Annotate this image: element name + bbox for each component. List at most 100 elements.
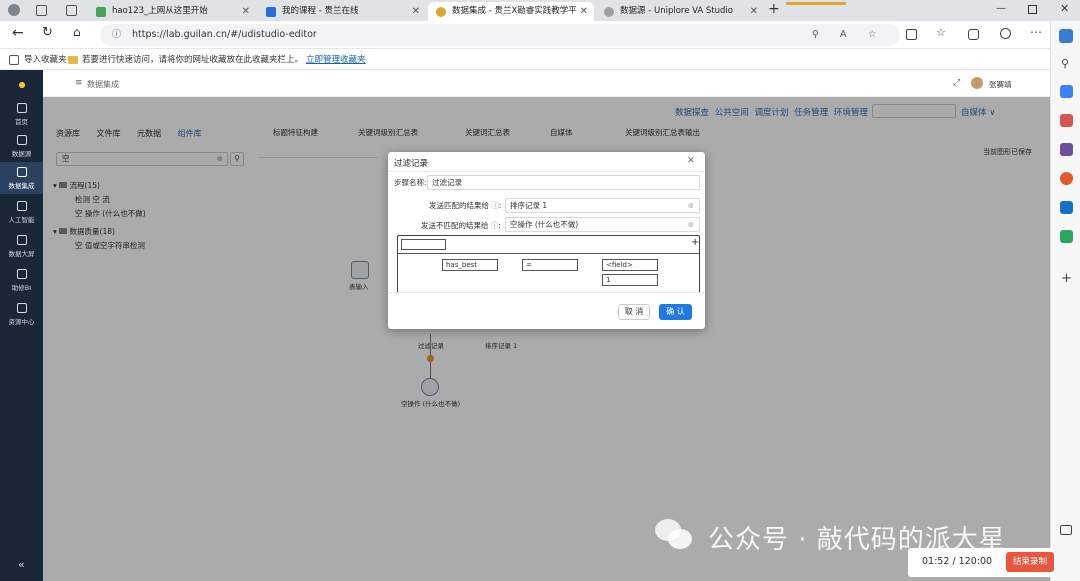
tab-data-source[interactable]: 数据源 - Uniplore VA Studio ✕	[596, 2, 764, 21]
bi-icon	[16, 269, 27, 279]
url-field[interactable]: ⓘ https://lab.guilan.cn/#/udistudio-edit…	[100, 24, 900, 46]
minimize-button[interactable]: —	[996, 3, 1006, 14]
home-icon[interactable]: ⌂	[73, 25, 81, 39]
add-sidebar-icon[interactable]: +	[1061, 271, 1072, 286]
profile-icon[interactable]	[8, 4, 20, 16]
resource-icon	[16, 303, 27, 313]
tab-data-integration[interactable]: 数据集成 - 贵兰X勘睿实践教学平 ✕	[428, 2, 594, 21]
condition-operator[interactable]: =	[522, 259, 578, 271]
course-icon	[266, 7, 276, 17]
dashboard-icon	[16, 235, 27, 245]
site-icon	[436, 7, 446, 17]
tab-title: 数据集成 - 贵兰X勘睿实践教学平	[452, 6, 577, 16]
match-target-label: 发送匹配的结果给 ⓘ:	[429, 201, 502, 210]
cancel-button[interactable]: 取 消	[618, 304, 650, 320]
nav-item-ai[interactable]: 人工智能	[0, 196, 43, 228]
address-bar-row: ← ↻ ⌂ ⓘ https://lab.guilan.cn/#/udistudi…	[0, 21, 1050, 49]
close-icon[interactable]: ✕	[750, 2, 758, 21]
close-icon[interactable]: ✕	[242, 2, 250, 21]
stop-recording-button[interactable]: 结束录制	[1006, 552, 1054, 572]
search-icon[interactable]: ⚲	[1061, 57, 1069, 70]
condition-compare-field[interactable]: <field>	[602, 259, 658, 271]
office-icon[interactable]	[1060, 172, 1073, 185]
workspaces-icon[interactable]	[36, 5, 47, 16]
user-name[interactable]: 张赛靖	[989, 79, 1012, 90]
close-icon[interactable]: ✕	[412, 2, 420, 21]
confirm-button[interactable]: 确 认	[659, 304, 692, 320]
tag-icon[interactable]	[1060, 85, 1073, 98]
nav-item-resources[interactable]: 资源中心	[0, 298, 43, 330]
nomatch-target-value: 空操作 (什么也不做)	[510, 220, 579, 229]
condition-operator-box[interactable]	[401, 239, 446, 250]
outlook-icon[interactable]	[1060, 201, 1073, 214]
help-icon[interactable]: ⓘ	[491, 201, 499, 210]
nav-label: 人工智能	[8, 216, 35, 224]
filter-rows-dialog: 过滤记录 ✕ 步骤名称: 过滤记录 发送匹配的结果给 ⓘ: 排序记录 1 ⊗ 发…	[388, 152, 705, 329]
match-target-select[interactable]: 排序记录 1 ⊗	[505, 198, 700, 213]
menu-icon[interactable]: ≡	[75, 78, 83, 88]
manage-favorites-link[interactable]: 立即管理收藏夹	[306, 50, 366, 70]
condition-value[interactable]: 1	[602, 274, 658, 286]
integration-icon	[16, 167, 27, 177]
condition-divider	[398, 253, 699, 254]
condition-editor[interactable]: + has_best = <field> 1	[397, 235, 700, 293]
nav-item-data-integration[interactable]: 数据集成	[0, 162, 43, 194]
drop-icon[interactable]	[1060, 230, 1073, 243]
close-window-button[interactable]: ✕	[1060, 2, 1069, 15]
close-icon[interactable]: ✕	[580, 2, 588, 21]
nav-item-dashboard[interactable]: 数据大屏	[0, 230, 43, 262]
wechat-icon	[655, 519, 693, 551]
tab-hao123[interactable]: hao123_上网从这里开始 ✕	[88, 2, 256, 21]
database-icon	[16, 135, 27, 145]
tab-actions-icon[interactable]	[66, 5, 77, 16]
refresh-icon[interactable]: ↻	[42, 25, 53, 40]
zoom-icon[interactable]: ⚲	[812, 24, 819, 46]
home-icon	[16, 103, 27, 113]
new-tab-button[interactable]: +	[768, 1, 780, 17]
collections-icon[interactable]	[968, 29, 979, 40]
favorite-star-icon[interactable]: ☆	[868, 24, 877, 46]
sidebar-settings-icon[interactable]	[1060, 525, 1072, 535]
more-menu-icon[interactable]: ⋯	[1030, 25, 1042, 39]
clear-icon[interactable]: ⊗	[688, 199, 694, 212]
copilot-icon[interactable]	[1059, 29, 1073, 43]
avatar[interactable]	[971, 77, 983, 89]
app-sidebar: 首页 数据源 数据集成 人工智能 数据大屏 助修BI 资源中心 «	[0, 70, 43, 581]
nav-label: 数据大屏	[8, 250, 35, 258]
dialog-close-button[interactable]: ✕	[687, 156, 695, 166]
nav-item-home[interactable]: 首页	[0, 98, 43, 130]
tab-my-courses[interactable]: 我的课程 - 贵兰在线 ✕	[258, 2, 426, 21]
nav-label: 资源中心	[8, 318, 35, 326]
step-name-input[interactable]: 过滤记录	[427, 175, 700, 190]
hao123-icon	[96, 7, 106, 17]
collapse-sidebar-button[interactable]: «	[18, 558, 25, 571]
import-favorites-button[interactable]: 导入收藏夹	[24, 50, 67, 70]
split-screen-icon[interactable]	[906, 29, 917, 40]
nav-label: 数据集成	[8, 182, 35, 190]
app-logo-icon	[15, 78, 29, 92]
extensions-icon[interactable]	[1000, 28, 1011, 39]
back-icon[interactable]: ←	[12, 25, 24, 41]
nomatch-target-label: 发送不匹配的结果给 ⓘ:	[421, 221, 501, 230]
favorites-icon[interactable]: ☆	[936, 26, 946, 39]
recorder-slider[interactable]	[786, 2, 846, 5]
add-condition-icon[interactable]: +	[691, 237, 699, 248]
tab-title: hao123_上网从这里开始	[112, 6, 208, 16]
dialog-title: 过滤记录	[394, 159, 429, 169]
recording-time: 01:52 / 120:00	[922, 556, 993, 567]
condition-field[interactable]: has_best	[442, 259, 498, 271]
fullscreen-icon[interactable]: ⤢	[953, 78, 960, 88]
help-icon[interactable]: ⓘ	[491, 221, 499, 230]
recording-widget: 01:52 / 120:00 结束录制	[908, 548, 1055, 577]
nomatch-target-select[interactable]: 空操作 (什么也不做) ⊗	[505, 217, 700, 232]
favorites-bar: 导入收藏夹 若要进行快速访问，请将你的网址收藏放在此收藏夹栏上。 立即管理收藏夹	[0, 50, 1050, 70]
clear-icon[interactable]: ⊗	[688, 218, 694, 231]
site-info-icon[interactable]: ⓘ	[112, 24, 121, 46]
toolbox-icon[interactable]	[1060, 114, 1073, 127]
games-icon[interactable]	[1060, 143, 1073, 156]
app-header: ≡ 数据集成 ⤢ 张赛靖	[43, 70, 1050, 97]
nav-item-bi[interactable]: 助修BI	[0, 264, 43, 296]
maximize-button[interactable]	[1028, 5, 1037, 14]
nav-item-datasource[interactable]: 数据源	[0, 130, 43, 162]
read-aloud-icon[interactable]: A	[840, 24, 847, 46]
